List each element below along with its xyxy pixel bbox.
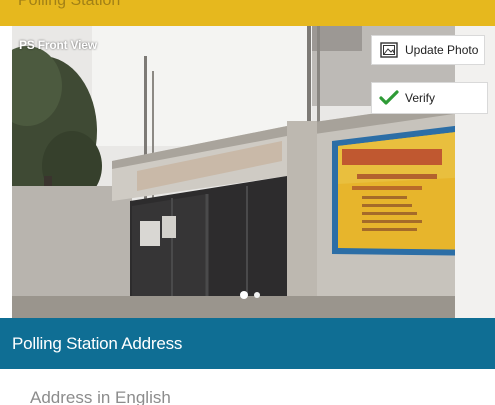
address-section-header: Polling Station Address xyxy=(0,318,495,369)
carousel-dot-active[interactable] xyxy=(240,291,248,299)
update-photo-label: Update Photo xyxy=(405,43,479,57)
address-english-label: Address in English xyxy=(30,388,171,405)
page-title: Polling Station xyxy=(18,0,121,9)
photo-frame-icon xyxy=(378,39,400,61)
photo-carousel[interactable]: PS Front View Update Photo Verify xyxy=(12,26,495,318)
section-title: Polling Station Address xyxy=(12,334,183,353)
carousel-dot[interactable] xyxy=(254,292,260,298)
carousel-indicator xyxy=(240,291,260,299)
verify-label: Verify xyxy=(405,91,436,105)
photo-caption: PS Front View xyxy=(19,38,97,52)
top-bar: Polling Station xyxy=(0,0,495,26)
update-photo-button[interactable]: Update Photo xyxy=(371,35,485,65)
polling-station-photo xyxy=(12,26,495,318)
verify-button[interactable]: Verify xyxy=(371,82,488,114)
checkmark-icon xyxy=(378,87,400,109)
